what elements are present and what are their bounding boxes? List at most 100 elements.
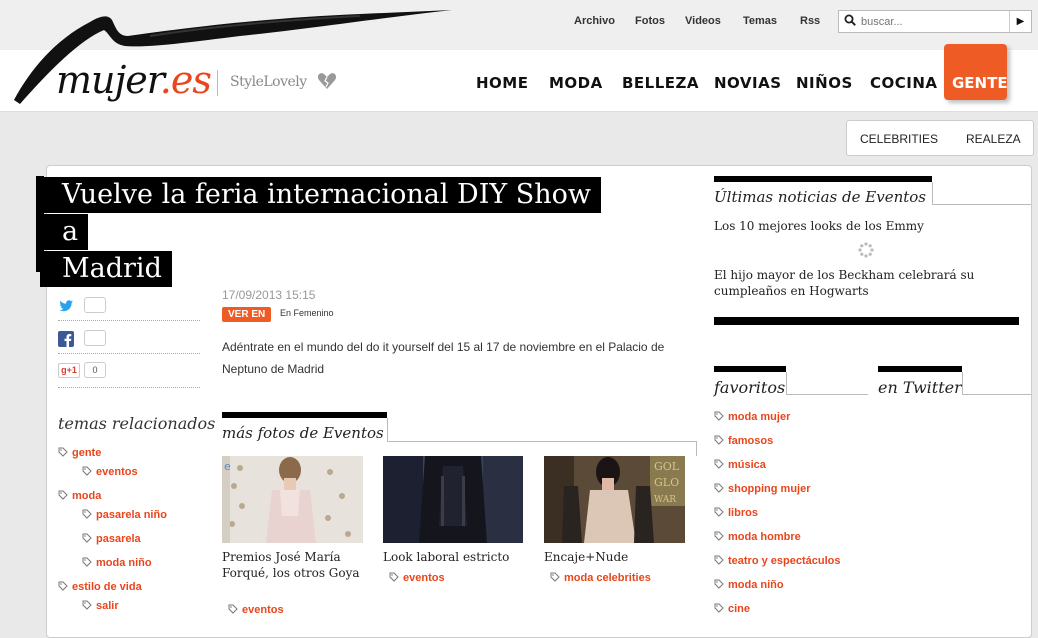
photo-thumbnail[interactable] xyxy=(383,456,523,543)
photo-caption[interactable]: Encaje+Nude xyxy=(544,549,684,565)
more-photos-header: más fotos de Eventos xyxy=(222,412,697,456)
related-tag[interactable]: moda xyxy=(58,490,101,502)
header-rule xyxy=(932,204,1031,205)
article-title: Vuelve la feria internacional DIY Show a… xyxy=(40,176,610,287)
nav-moda[interactable]: MODA xyxy=(549,74,603,92)
photo-thumbnail[interactable]: e xyxy=(222,456,363,543)
link-rss[interactable]: Rss xyxy=(800,15,820,27)
heart-icon xyxy=(317,73,337,89)
search-input[interactable] xyxy=(861,14,1011,30)
site-logo[interactable]: mujer.es xyxy=(56,58,212,102)
sub-nav: CELEBRITIES REALEZA xyxy=(846,120,1034,156)
favorite-tag[interactable]: libros xyxy=(714,507,758,519)
photo-tag[interactable]: moda celebrities xyxy=(550,572,651,584)
tag-icon xyxy=(82,533,92,543)
section-bar xyxy=(714,176,932,182)
tag-icon xyxy=(714,507,724,517)
gplus-icon: g+1 xyxy=(58,363,80,378)
nav-cocina[interactable]: COCINA xyxy=(870,74,938,92)
nav-ninos[interactable]: NIÑOS xyxy=(796,74,853,92)
nav-novias[interactable]: NOVIAS xyxy=(714,74,782,92)
section-bar xyxy=(878,366,962,372)
related-tag[interactable]: pasarela niño xyxy=(82,509,167,521)
section-bar xyxy=(222,412,387,418)
tag-icon xyxy=(714,603,724,613)
ver-en-target[interactable]: En Femenino xyxy=(280,308,334,318)
svg-text:GOL: GOL xyxy=(654,460,680,473)
related-tag[interactable]: estilo de vida xyxy=(58,581,142,593)
logo-divider xyxy=(217,70,218,96)
nav-belleza[interactable]: BELLEZA xyxy=(622,74,699,92)
tag-icon xyxy=(228,604,238,614)
related-topics-heading: temas relacionados xyxy=(58,414,216,433)
article-lead: Adéntrate en el mundo del do it yourself… xyxy=(222,340,665,376)
header-rule xyxy=(786,372,787,394)
related-tag[interactable]: salir xyxy=(82,600,119,612)
link-fotos[interactable]: Fotos xyxy=(635,15,665,27)
tag-icon xyxy=(714,459,724,469)
nav-gente-label: GENTE xyxy=(952,74,1008,92)
logo-text: mujer xyxy=(56,58,161,102)
related-tag[interactable]: eventos xyxy=(82,466,138,478)
tag-icon xyxy=(82,509,92,519)
related-tag[interactable]: gente xyxy=(58,447,101,459)
favorite-tag[interactable]: shopping mujer xyxy=(714,483,811,495)
favorite-tag[interactable]: famosos xyxy=(714,435,773,447)
photo-tag[interactable]: eventos xyxy=(228,604,284,616)
tag-icon xyxy=(58,447,68,457)
favorite-tag[interactable]: teatro y espectáculos xyxy=(714,555,841,567)
photo-thumbnail[interactable]: GOL GLO WAR xyxy=(544,456,685,543)
share-divider xyxy=(58,320,200,321)
favorite-tag[interactable]: moda mujer xyxy=(714,411,790,423)
news-item[interactable]: El hijo mayor de los Beckham celebrará s… xyxy=(714,267,1019,299)
link-videos[interactable]: Videos xyxy=(685,15,721,27)
subnav-celebrities[interactable]: CELEBRITIES xyxy=(860,132,938,146)
tag-icon xyxy=(550,572,560,582)
link-archivo[interactable]: Archivo xyxy=(574,15,615,27)
header-rule xyxy=(786,394,868,395)
header-rule xyxy=(387,418,388,442)
twitter-heading[interactable]: en Twitter xyxy=(878,378,962,397)
photo-tag[interactable]: eventos xyxy=(389,572,445,584)
tag-icon xyxy=(714,579,724,589)
tag-icon xyxy=(58,581,68,591)
photo-caption[interactable]: Premios José María Forqué, los otros Goy… xyxy=(222,549,362,581)
gplus-count: 0 xyxy=(84,362,106,378)
related-tag[interactable]: moda niño xyxy=(82,557,152,569)
share-divider xyxy=(58,353,200,354)
link-temas[interactable]: Temas xyxy=(743,15,777,27)
tag-icon xyxy=(82,600,92,610)
header-rule xyxy=(962,394,1031,395)
search-box: ▶ xyxy=(838,10,1032,33)
ver-en-badge[interactable]: VER EN xyxy=(222,307,272,322)
favorite-tag[interactable]: moda niño xyxy=(714,579,784,591)
tag-icon xyxy=(714,411,724,421)
favorite-tag[interactable]: cine xyxy=(714,603,750,615)
loading-spinner-icon xyxy=(858,242,874,258)
twitter-count xyxy=(84,297,106,313)
header-rule xyxy=(962,372,963,394)
svg-text:WAR: WAR xyxy=(654,495,676,505)
photo-caption[interactable]: Look laboral estricto xyxy=(383,549,523,565)
partner-logo[interactable]: StyleLovely xyxy=(230,74,307,90)
nav-gente-active[interactable]: GENTE xyxy=(944,44,1008,100)
tag-icon xyxy=(58,490,68,500)
tag-icon xyxy=(389,572,399,582)
facebook-count xyxy=(84,330,106,346)
twitter-header: en Twitter xyxy=(878,366,1031,397)
favorites-heading[interactable]: favoritos xyxy=(714,378,785,397)
related-tag[interactable]: pasarela xyxy=(82,533,141,545)
favorite-tag[interactable]: música xyxy=(714,459,766,471)
tag-icon xyxy=(714,555,724,565)
nav-home[interactable]: HOME xyxy=(476,74,528,92)
news-item[interactable]: Los 10 mejores looks de los Emmy xyxy=(714,218,1014,234)
tag-icon xyxy=(714,531,724,541)
subnav-realeza[interactable]: REALEZA xyxy=(966,132,1021,146)
favorite-tag[interactable]: moda hombre xyxy=(714,531,801,543)
tag-icon xyxy=(82,557,92,567)
favorites-header: favoritos xyxy=(714,366,868,397)
more-photos-heading: más fotos de Eventos xyxy=(222,424,384,442)
svg-text:GLO: GLO xyxy=(654,476,679,489)
logo-domain: .es xyxy=(159,58,212,102)
search-submit-button[interactable]: ▶ xyxy=(1009,11,1031,32)
